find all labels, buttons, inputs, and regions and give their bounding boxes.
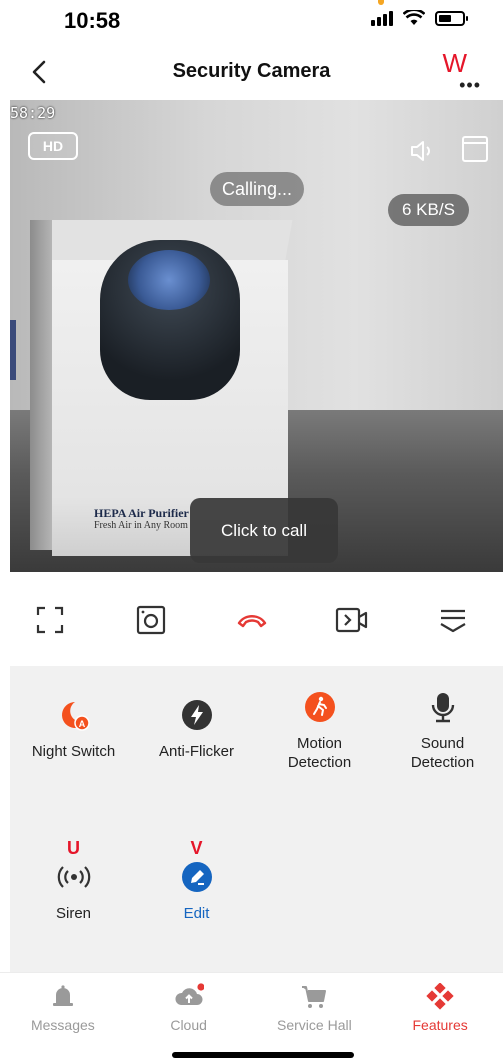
nav-service-hall-label: Service Hall [277, 1017, 352, 1033]
siren-feature[interactable]: U Siren [12, 838, 135, 923]
hang-up-icon [237, 615, 266, 628]
night-switch-label: Night Switch [31, 743, 116, 760]
nav-messages-label: Messages [30, 1017, 95, 1033]
video-toolbar [0, 580, 503, 660]
nav-service-hall[interactable]: Service Hall [252, 973, 378, 1044]
bottom-navigation: Messages Cloud Service Hall Features [0, 972, 503, 1044]
wifi-icon [403, 10, 425, 25]
edit-icon [181, 862, 212, 892]
sound-detection-icon [431, 693, 454, 723]
video-product-text: HEPA Air Purifier [94, 506, 189, 520]
bell-icon [52, 985, 73, 1006]
battery-icon [435, 10, 468, 26]
speaker-icon[interactable] [408, 138, 434, 164]
collapse-button[interactable] [428, 595, 478, 645]
video-product-subtext: Fresh Air in Any Room [94, 520, 188, 531]
nav-cloud[interactable]: Cloud [126, 973, 252, 1044]
edit-feature[interactable]: V Edit [135, 838, 258, 923]
record-icon [336, 607, 368, 633]
cart-icon [302, 986, 327, 1008]
hang-up-button[interactable] [227, 595, 277, 645]
snapshot-button[interactable] [126, 595, 176, 645]
camera-video-feed[interactable]: HEPA Air Purifier Fresh Air in Any Room … [10, 100, 503, 572]
features-icon [426, 983, 454, 1010]
siren-icon [57, 866, 90, 888]
siren-label: Siren [55, 905, 92, 922]
more-options-button[interactable]: W ••• [442, 48, 481, 95]
privacy-indicator [378, 0, 384, 5]
fullscreen-button[interactable] [25, 595, 75, 645]
fullscreen-icon [36, 606, 64, 634]
bitrate-badge: 6 KB/S [388, 194, 469, 226]
home-indicator[interactable] [172, 1052, 354, 1058]
status-icons [371, 10, 468, 26]
page-title: Security Camera [172, 60, 331, 82]
siren-marker: U [67, 838, 80, 858]
night-switch-icon: A [61, 702, 90, 731]
video-timestamp: 58:29 [10, 104, 56, 122]
edit-marker: V [190, 838, 203, 858]
anti-flicker-label: Anti-Flicker [158, 743, 234, 760]
header: Security Camera W ••• [0, 44, 503, 100]
cloud-icon [175, 983, 204, 1005]
night-switch-feature[interactable]: A Night Switch [12, 698, 135, 761]
snapshot-icon [136, 605, 165, 635]
video-left-object [10, 320, 16, 380]
nav-features-label: Features [412, 1017, 468, 1033]
nav-features[interactable]: Features [377, 973, 503, 1044]
motion-detection-icon [304, 692, 335, 722]
anti-flicker-feature[interactable]: Anti-Flicker [135, 698, 258, 761]
status-time: 10:58 [64, 8, 121, 33]
more-dots-icon: ••• [459, 75, 481, 95]
sound-detection-label: Sound Detection [410, 735, 475, 771]
collapse-icon [440, 609, 466, 633]
status-bar: 10:58 [0, 0, 503, 44]
video-purifier-top [128, 250, 210, 310]
svg-text:A: A [78, 719, 85, 729]
nav-messages[interactable]: Messages [0, 973, 126, 1044]
signal-icon [371, 10, 393, 26]
motion-detection-label: Motion Detection [287, 735, 352, 771]
quality-toggle-button[interactable]: HD [28, 132, 78, 160]
sound-detection-feature[interactable]: Sound Detection [381, 693, 503, 772]
landscape-icon[interactable] [462, 136, 488, 162]
features-panel: A Night Switch Anti-Flicker Motion Detec… [10, 666, 503, 972]
nav-cloud-label: Cloud [170, 1017, 207, 1033]
click-to-call-button[interactable]: Click to call [190, 498, 338, 563]
calling-status: Calling... [210, 172, 305, 206]
edit-label: Edit [183, 905, 210, 922]
motion-detection-feature[interactable]: Motion Detection [258, 692, 381, 772]
record-button[interactable] [327, 595, 377, 645]
anti-flicker-icon [181, 700, 212, 730]
